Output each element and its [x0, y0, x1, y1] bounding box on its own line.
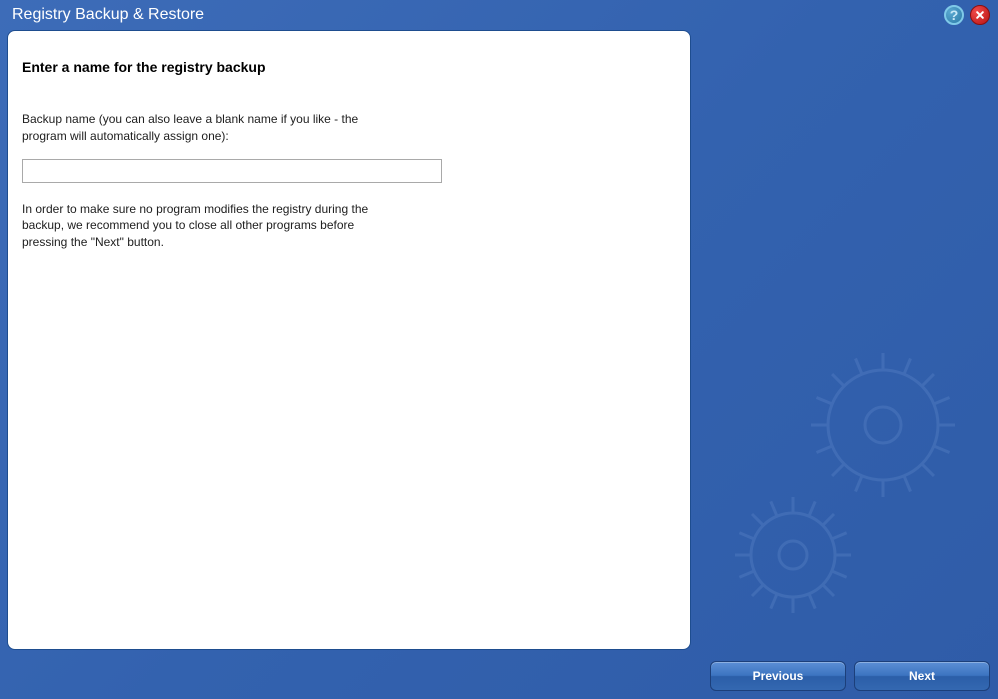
app-window: Registry Backup & Restore ? Enter a name… [0, 0, 998, 699]
content-panel: Enter a name for the registry backup Bac… [7, 30, 691, 650]
next-button[interactable]: Next [854, 661, 990, 691]
window-title: Registry Backup & Restore [8, 6, 204, 24]
previous-button[interactable]: Previous [710, 661, 846, 691]
help-icon[interactable]: ? [944, 5, 964, 25]
page-heading: Enter a name for the registry backup [22, 59, 676, 75]
gears-decoration-icon [718, 340, 978, 640]
titlebar: Registry Backup & Restore ? [0, 0, 998, 30]
backup-warning-text: In order to make sure no program modifie… [22, 201, 382, 251]
titlebar-controls: ? [944, 5, 990, 25]
backup-name-instruction: Backup name (you can also leave a blank … [22, 111, 382, 145]
backup-name-input[interactable] [22, 159, 442, 183]
footer-buttons: Previous Next [710, 661, 990, 691]
close-icon[interactable] [970, 5, 990, 25]
